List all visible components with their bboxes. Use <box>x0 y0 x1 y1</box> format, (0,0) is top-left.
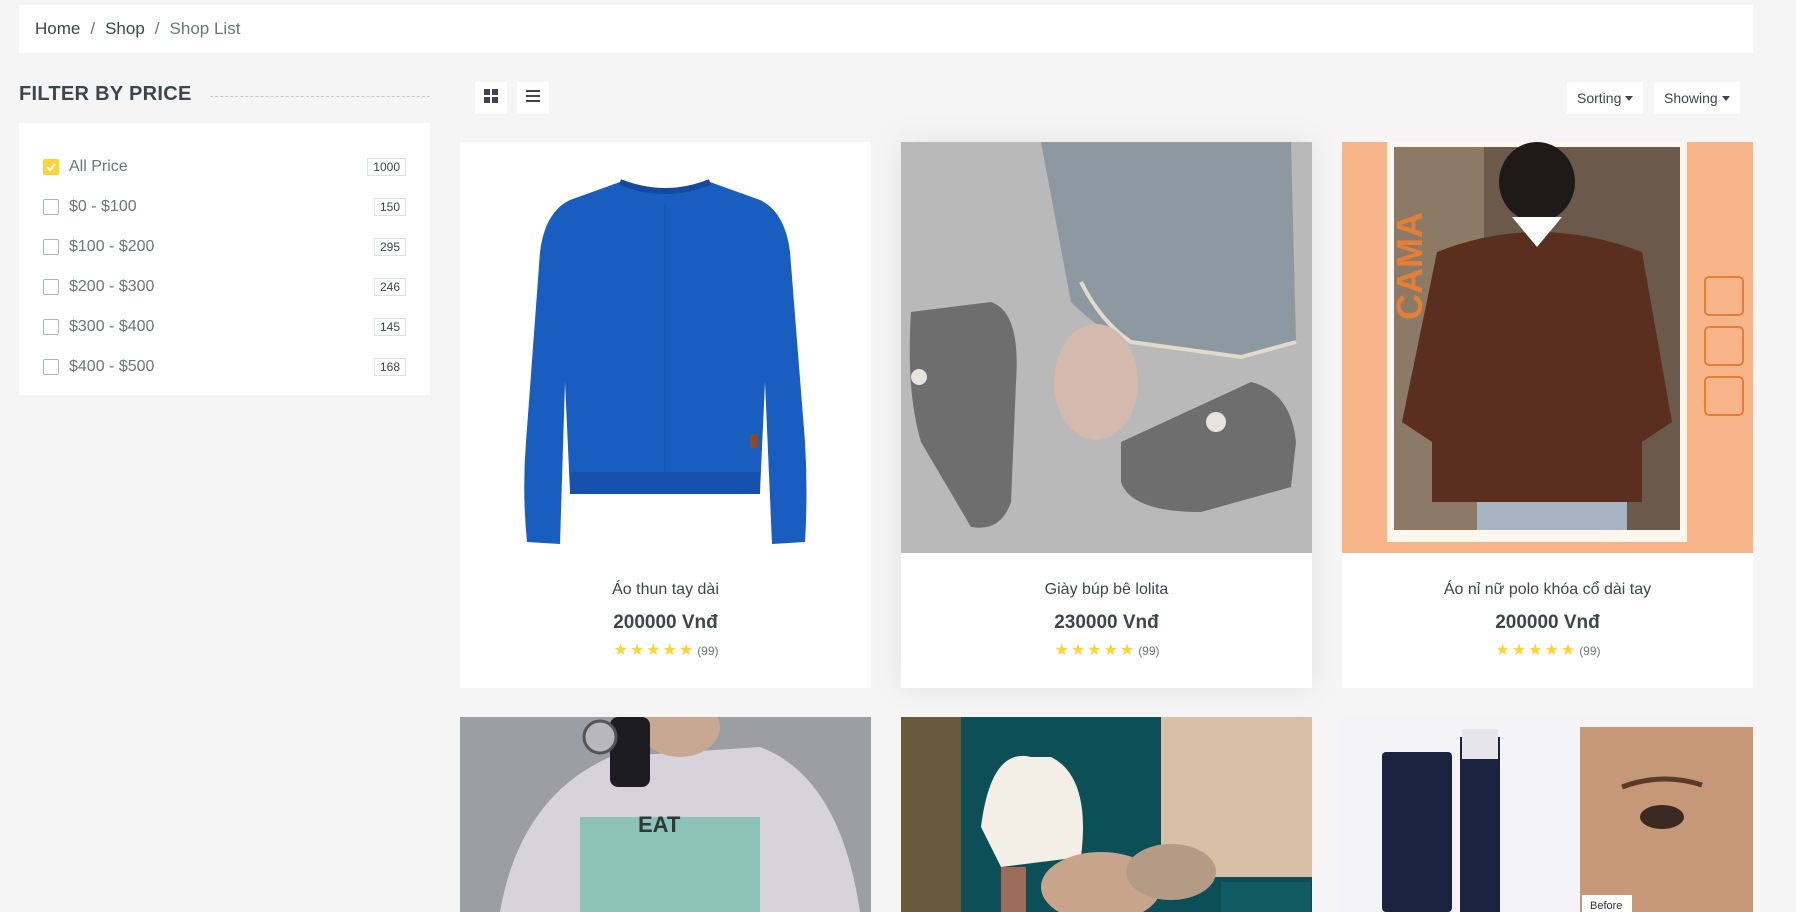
caret-down-icon <box>1721 95 1730 101</box>
star-icon: ★ <box>1495 642 1510 659</box>
filter-count-badge: 145 <box>373 318 406 336</box>
showing-dropdown[interactable]: Showing <box>1654 82 1740 114</box>
checkbox[interactable] <box>43 159 59 175</box>
heading-divider <box>209 96 430 97</box>
sorting-dropdown[interactable]: Sorting <box>1567 82 1644 114</box>
checkbox[interactable] <box>43 319 59 335</box>
breadcrumb-home-link[interactable]: Home <box>35 19 80 39</box>
product-price: 200000 Vnđ <box>1495 612 1600 633</box>
caret-down-icon <box>1625 95 1634 101</box>
star-icon: ★ <box>1560 642 1576 659</box>
star-icon: ★ <box>678 642 694 659</box>
filter-option-100-200[interactable]: $100 - $200 295 <box>43 227 406 267</box>
review-count: (99) <box>1138 644 1160 658</box>
star-icon: ★ <box>1054 642 1069 659</box>
checkbox[interactable] <box>43 199 59 215</box>
filter-option-label: $100 - $200 <box>69 238 155 255</box>
star-icon: ★ <box>1070 642 1086 659</box>
product-card[interactable]: Giày búp bê lolita 230000 Vnđ ★ ★ ★ ★ ★ (99) <box>901 142 1312 688</box>
product-rating: ★ ★ ★ ★ ★ (99) <box>460 643 871 659</box>
checkbox[interactable] <box>43 239 59 255</box>
brand-text: CAMA <box>1389 212 1430 320</box>
filter-count-badge: 150 <box>373 198 406 216</box>
filter-count-badge: 168 <box>373 358 406 376</box>
filter-option-label: $0 - $100 <box>69 198 137 215</box>
review-count: (99) <box>1579 644 1601 658</box>
filter-option-label: $200 - $300 <box>69 278 155 295</box>
star-icon: ★ <box>1087 642 1102 659</box>
filter-option-label: All Price <box>69 158 128 175</box>
breadcrumb-current: Shop List <box>169 19 241 38</box>
product-price: 230000 Vnđ <box>1054 612 1159 633</box>
filter-option-0-100[interactable]: $0 - $100 150 <box>43 187 406 227</box>
star-icon: ★ <box>646 642 661 659</box>
filter-option-label: $300 - $400 <box>69 318 155 335</box>
before-label: Before <box>1590 900 1622 912</box>
product-card[interactable] <box>901 717 1312 912</box>
breadcrumb-separator: / <box>154 19 160 38</box>
product-image[interactable]: Before <box>1342 717 1753 912</box>
star-icon: ★ <box>1119 642 1135 659</box>
checkbox[interactable] <box>43 359 59 375</box>
filter-option-400-500[interactable]: $400 - $500 168 <box>43 347 406 387</box>
list-view-button[interactable] <box>517 82 549 114</box>
checkbox[interactable] <box>43 279 59 295</box>
grid-view-button[interactable] <box>475 82 507 114</box>
star-icon: ★ <box>613 642 628 659</box>
grid-view-icon <box>484 88 498 108</box>
shirt-print-text: EAT <box>638 812 681 837</box>
filter-count-badge: 1000 <box>367 158 406 176</box>
filter-count-badge: 295 <box>373 238 406 256</box>
star-icon: ★ <box>1103 642 1118 659</box>
filter-count-badge: 246 <box>373 278 406 296</box>
filter-heading: FILTER BY PRICE <box>19 83 430 106</box>
sorting-label: Sorting <box>1577 90 1622 106</box>
star-icon: ★ <box>629 642 645 659</box>
product-rating: ★ ★ ★ ★ ★ (99) <box>1342 643 1753 659</box>
product-name[interactable]: Áo thun tay dài <box>460 581 871 599</box>
product-image[interactable] <box>460 142 871 553</box>
product-image[interactable] <box>901 142 1312 553</box>
product-image[interactable] <box>901 717 1312 912</box>
star-icon: ★ <box>1544 642 1559 659</box>
product-card[interactable]: CAMA Áo nỉ nữ polo khóa cổ dài tay 20000… <box>1342 142 1753 688</box>
filter-option-300-400[interactable]: $300 - $400 145 <box>43 307 406 347</box>
filter-title: FILTER BY PRICE <box>19 83 192 105</box>
star-icon: ★ <box>662 642 677 659</box>
product-card[interactable]: Before <box>1342 717 1753 912</box>
breadcrumb: Home / Shop / Shop List <box>19 5 1753 53</box>
filter-option-all[interactable]: All Price 1000 <box>43 147 406 187</box>
product-name[interactable]: Áo nỉ nữ polo khóa cổ dài tay <box>1342 581 1753 599</box>
product-card[interactable]: Áo thun tay dài 200000 Vnđ ★ ★ ★ ★ ★ (99) <box>460 142 871 688</box>
product-price: 200000 Vnđ <box>613 612 718 633</box>
filter-option-200-300[interactable]: $200 - $300 246 <box>43 267 406 307</box>
product-name[interactable]: Giày búp bê lolita <box>901 581 1312 599</box>
price-filter-panel: All Price 1000 $0 - $100 150 $100 - $200… <box>19 123 430 395</box>
product-rating: ★ ★ ★ ★ ★ (99) <box>901 643 1312 659</box>
breadcrumb-shop-link[interactable]: Shop <box>105 19 145 39</box>
showing-label: Showing <box>1664 90 1718 106</box>
product-image[interactable]: EAT <box>460 717 871 912</box>
review-count: (99) <box>697 644 719 658</box>
breadcrumb-separator: / <box>90 19 96 38</box>
product-image[interactable]: CAMA <box>1342 142 1753 553</box>
filter-option-label: $400 - $500 <box>69 358 155 375</box>
star-icon: ★ <box>1528 642 1543 659</box>
product-card[interactable]: EAT <box>460 717 871 912</box>
star-icon: ★ <box>1511 642 1527 659</box>
list-view-icon <box>526 89 540 107</box>
